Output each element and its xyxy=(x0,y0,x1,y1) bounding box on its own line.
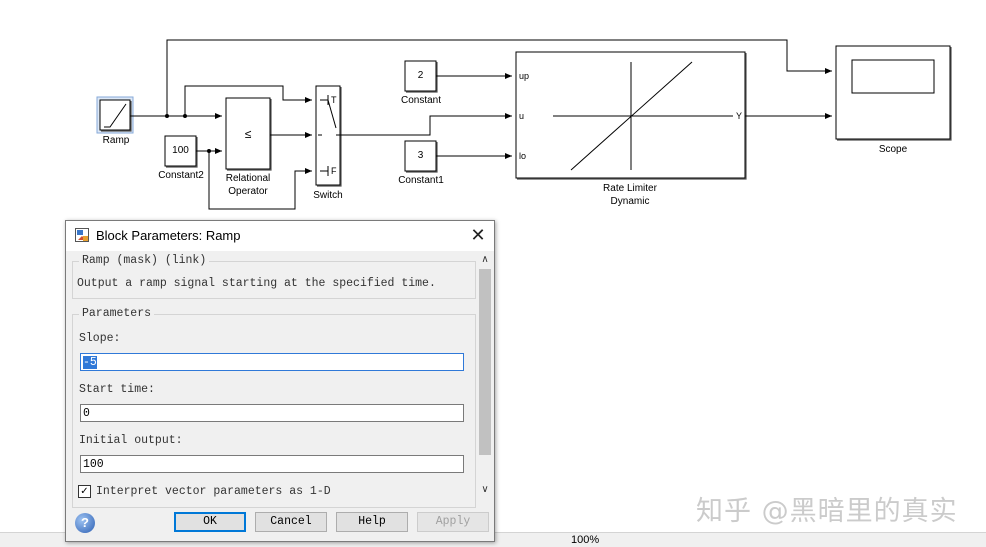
relop-symbol: ≤ xyxy=(244,127,252,141)
parameters-group-title: Parameters xyxy=(79,307,155,320)
relop-label-line1: Relational xyxy=(225,173,271,184)
apply-button[interactable]: Apply xyxy=(417,512,489,532)
scroll-thumb[interactable] xyxy=(479,269,491,455)
mask-description-group: Ramp (mask) (link) Output a ramp signal … xyxy=(72,254,476,299)
help-icon[interactable]: ? xyxy=(75,513,95,533)
constant-value: 2 xyxy=(417,70,424,81)
mask-group-title: Ramp (mask) (link) xyxy=(79,254,210,267)
scroll-down-arrow[interactable]: ∨ xyxy=(477,482,493,498)
initial-output-label: Initial output: xyxy=(79,434,183,447)
slope-label: Slope: xyxy=(79,332,121,345)
parameters-group: Parameters Slope: -5 Start time: 0 Initi… xyxy=(72,307,476,508)
dialog-scrollbar[interactable]: ∧ ∨ xyxy=(477,252,493,498)
constant1-value: 3 xyxy=(417,150,424,161)
start-time-input[interactable]: 0 xyxy=(80,404,464,422)
scope-screen xyxy=(851,59,935,94)
constant2-label: Constant2 xyxy=(158,170,204,181)
rld-port-lo: lo xyxy=(519,151,527,161)
dialog-title: Block Parameters: Ramp xyxy=(96,228,241,243)
rld-label-line1: Rate Limiter xyxy=(603,183,657,194)
relop-label-line2: Operator xyxy=(228,186,268,197)
rld-port-up: up xyxy=(519,71,530,81)
cancel-button[interactable]: Cancel xyxy=(255,512,327,532)
help-button[interactable]: Help xyxy=(336,512,408,532)
constant2-value: 100 xyxy=(172,145,189,156)
ramp-label: Ramp xyxy=(102,135,130,146)
switch-port-t: T xyxy=(331,95,337,105)
dialog-titlebar[interactable]: Block Parameters: Ramp ✕ xyxy=(66,221,494,251)
scroll-up-arrow[interactable]: ∧ xyxy=(477,252,493,268)
watermark: 知乎 @黑暗里的真实 xyxy=(696,496,958,527)
zoom-level: 100% xyxy=(571,534,600,546)
initial-output-input[interactable]: 100 xyxy=(80,455,464,473)
mask-description: Output a ramp signal starting at the spe… xyxy=(77,277,436,290)
rld-port-y: Y xyxy=(736,111,743,121)
scope-label: Scope xyxy=(878,144,908,155)
rld-label-line2: Dynamic xyxy=(610,196,650,207)
switch-port-f: F xyxy=(331,166,337,176)
start-time-label: Start time: xyxy=(79,383,155,396)
interpret-vector-label: Interpret vector parameters as 1-D xyxy=(96,485,331,498)
interpret-vector-checkbox[interactable]: ✓ xyxy=(78,485,91,498)
rld-port-u: u xyxy=(519,111,525,121)
constant-label: Constant xyxy=(400,95,442,106)
constant1-label: Constant1 xyxy=(398,175,444,186)
switch-label: Switch xyxy=(313,190,343,201)
slope-input[interactable]: -5 xyxy=(80,353,464,371)
close-button[interactable]: ✕ xyxy=(464,224,492,248)
ok-button[interactable]: OK xyxy=(174,512,246,532)
simulink-block-icon xyxy=(75,228,89,242)
block-parameters-dialog: Block Parameters: Ramp ✕ Ramp (mask) (li… xyxy=(65,220,495,542)
slope-value: -5 xyxy=(83,356,97,369)
